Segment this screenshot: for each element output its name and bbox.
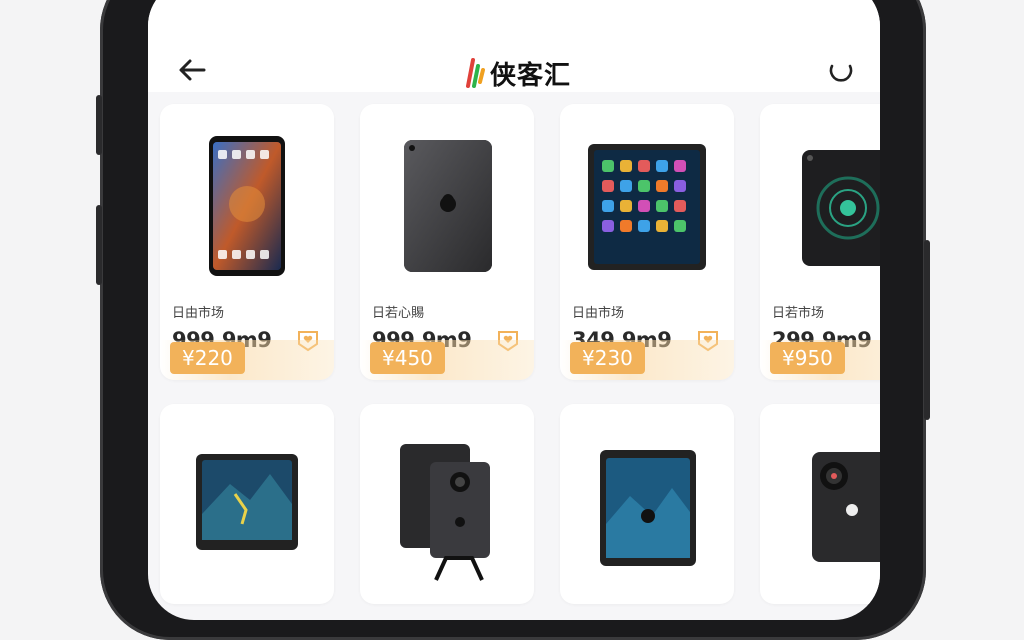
product-card[interactable]: 日由市场 999.9m9 ¥220 [160, 104, 334, 380]
app-header: 侠客汇 [148, 0, 880, 92]
power-button [924, 240, 930, 420]
phone-image [812, 452, 880, 562]
brand-logo-icon [466, 58, 485, 88]
tablet-image [404, 140, 492, 272]
tablet-image [600, 450, 696, 566]
brand-name: 侠客汇 [490, 60, 572, 91]
brand: 侠客汇 [464, 56, 572, 91]
product-tag: 日若市场 [772, 306, 825, 321]
volume-button [96, 205, 102, 285]
product-card[interactable]: 日若市场 299.9m9 ¥950 [760, 104, 880, 380]
product-card[interactable] [560, 404, 734, 604]
arrow-left-icon[interactable] [174, 52, 210, 88]
app-screen: 侠客汇 日由市场 ¥220 日若心賜 ¥450 日由市场 ¥230 日若市场 ¥… [148, 0, 880, 620]
phone-image [209, 136, 285, 276]
volume-button [96, 95, 102, 155]
tablet-image [196, 454, 298, 550]
tablet-image [802, 150, 880, 266]
product-card[interactable] [760, 404, 880, 604]
product-tag: 日由市场 [572, 306, 625, 321]
price-badge: ¥230 [570, 342, 645, 374]
price-badge: ¥950 [770, 342, 845, 374]
product-card[interactable] [360, 404, 534, 604]
price-badge: ¥220 [170, 342, 245, 374]
product-card[interactable]: 日由市场 349.9m9 ¥230 [560, 104, 734, 380]
price-badge: ¥450 [370, 342, 445, 374]
product-grid: 日由市场 999.9m9 ¥220 [160, 104, 880, 604]
tablet-image [588, 144, 706, 270]
tablet-image [400, 444, 490, 581]
refresh-icon[interactable] [826, 56, 856, 86]
product-tag: 日由市场 [172, 306, 225, 321]
product-card[interactable] [160, 404, 334, 604]
product-tag: 日若心賜 [372, 306, 425, 321]
product-card[interactable]: 日若心賜 999.9m9 ¥450 [360, 104, 534, 380]
